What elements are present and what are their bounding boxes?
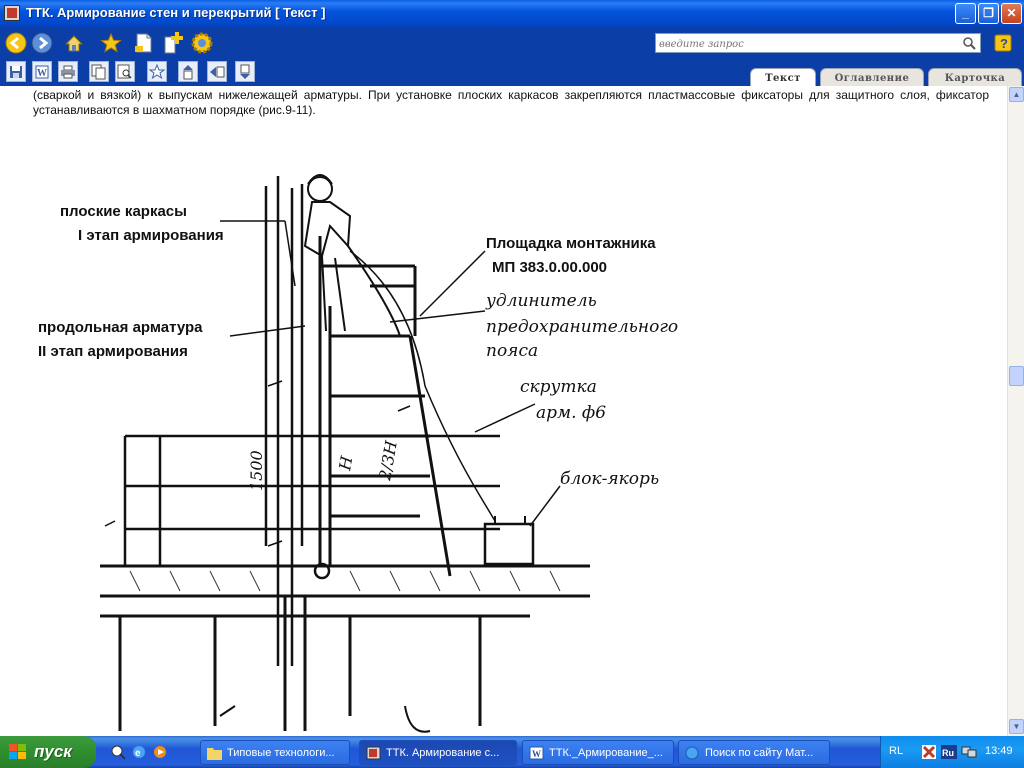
taskbar: пуск e Типовые технологи... ТТК. Армиров…	[0, 736, 1024, 768]
word-export-icon[interactable]: W	[32, 61, 52, 82]
label-flat-frames-stage: I этап армирования	[78, 227, 224, 244]
folder-icon	[207, 748, 222, 760]
task-ttk-reinforcement[interactable]: ТТК. Армирование с...	[359, 740, 517, 765]
forward-icon[interactable]	[30, 31, 54, 55]
tab-contents[interactable]: Оглавление	[820, 68, 924, 88]
add-bookmark-icon[interactable]	[147, 61, 167, 82]
label-twist: скрутка	[520, 377, 597, 397]
main-toolbar: ?	[0, 28, 1024, 58]
back-icon[interactable]	[4, 31, 28, 55]
close-button[interactable]: ✕	[1001, 3, 1022, 24]
leader-twist	[474, 403, 536, 433]
search-quicklaunch-icon[interactable]	[110, 744, 126, 760]
keyboard-layout-icon[interactable]: Ru	[941, 744, 957, 760]
browser-icon	[685, 746, 699, 760]
add-document-icon[interactable]	[162, 31, 186, 55]
clock: 13:49	[985, 745, 1013, 757]
language-indicator[interactable]: RL	[889, 745, 903, 757]
vertical-scrollbar[interactable]: ▲ ▼	[1007, 86, 1024, 736]
label-extension-2: предохранительного	[486, 317, 678, 337]
svg-text:e: e	[135, 748, 141, 759]
start-button[interactable]: пуск	[0, 736, 96, 768]
scroll-down-icon[interactable]: ▼	[1009, 719, 1024, 734]
label-platform-code: МП 383.0.00.000	[492, 259, 607, 276]
document-paragraph: (сваркой и вязкой) к выпускам нижележаще…	[33, 88, 989, 117]
window-title: ТТК. Армирование стен и перекрытий [ Тек…	[26, 5, 326, 20]
scroll-thumb[interactable]	[1009, 366, 1024, 386]
svg-text:W: W	[532, 749, 541, 759]
document-view: (сваркой и вязкой) к выпускам нижележаще…	[0, 86, 1007, 736]
save-icon[interactable]	[6, 61, 26, 82]
new-document-icon[interactable]	[132, 31, 156, 55]
label-longitudinal-rebar: продольная арматура	[38, 319, 203, 336]
dim-H: H	[335, 454, 356, 473]
task-site-search[interactable]: Поиск по сайту Мат...	[678, 740, 830, 765]
label-anchor-block: блок-якорь	[560, 469, 659, 489]
search-field[interactable]	[655, 33, 981, 55]
search-input[interactable]	[656, 35, 956, 54]
app-icon	[4, 5, 20, 21]
leader-rebar	[229, 325, 306, 337]
safety-rope	[349, 250, 496, 522]
favorite-star-icon[interactable]	[99, 31, 123, 55]
maximize-button[interactable]: ❐	[978, 3, 999, 24]
label-longitudinal-rebar-stage: II этап армирования	[38, 343, 188, 360]
home-icon[interactable]	[62, 31, 86, 55]
leader-platform	[419, 250, 486, 317]
next-icon[interactable]	[235, 61, 255, 82]
label-extension-3: пояса	[486, 341, 538, 361]
internet-explorer-icon[interactable]: e	[131, 744, 147, 760]
label-flat-frames: плоские каркасы	[60, 203, 187, 220]
title-bar: ТТК. Армирование стен и перекрытий [ Тек…	[0, 0, 1024, 28]
start-label: пуск	[34, 742, 72, 761]
media-player-icon[interactable]	[152, 744, 168, 760]
document-toolbar: W Текст Оглавление Карточка	[0, 58, 1024, 90]
tab-card[interactable]: Карточка	[928, 68, 1022, 88]
label-twist-spec: арм. ф6	[536, 403, 606, 423]
leader-anchor	[529, 485, 561, 527]
copy-icon[interactable]	[89, 61, 109, 82]
scroll-top-icon[interactable]	[178, 61, 198, 82]
antivirus-icon[interactable]	[921, 744, 937, 760]
help-icon[interactable]: ?	[992, 31, 1016, 55]
network-icon[interactable]	[961, 744, 977, 760]
reinforcement-drawing: плоские каркасы I этап армирования продо…	[38, 174, 678, 733]
system-tray: RL Ru 13:49	[880, 736, 1024, 768]
app-window-icon	[366, 746, 381, 760]
search-icon[interactable]	[962, 36, 976, 55]
previous-icon[interactable]	[207, 61, 227, 82]
print-icon[interactable]	[58, 61, 78, 82]
svg-text:?: ?	[1000, 36, 1008, 51]
settings-gear-icon[interactable]	[190, 31, 214, 55]
svg-text:W: W	[37, 68, 47, 79]
preview-icon[interactable]	[115, 61, 135, 82]
minimize-button[interactable]: _	[955, 3, 976, 24]
scroll-up-icon[interactable]: ▲	[1009, 87, 1024, 102]
windows-logo-icon	[9, 744, 26, 759]
svg-text:Ru: Ru	[942, 748, 954, 758]
task-typical-technologies[interactable]: Типовые технологи...	[200, 740, 350, 765]
label-installer-platform: Площадка монтажника	[486, 235, 656, 252]
platform-strut	[408, 335, 452, 577]
word-document-icon: W	[529, 746, 544, 760]
task-ttk-word-document[interactable]: W ТТК._Армирование_...	[522, 740, 674, 765]
label-extension: удлинитель	[485, 291, 597, 311]
